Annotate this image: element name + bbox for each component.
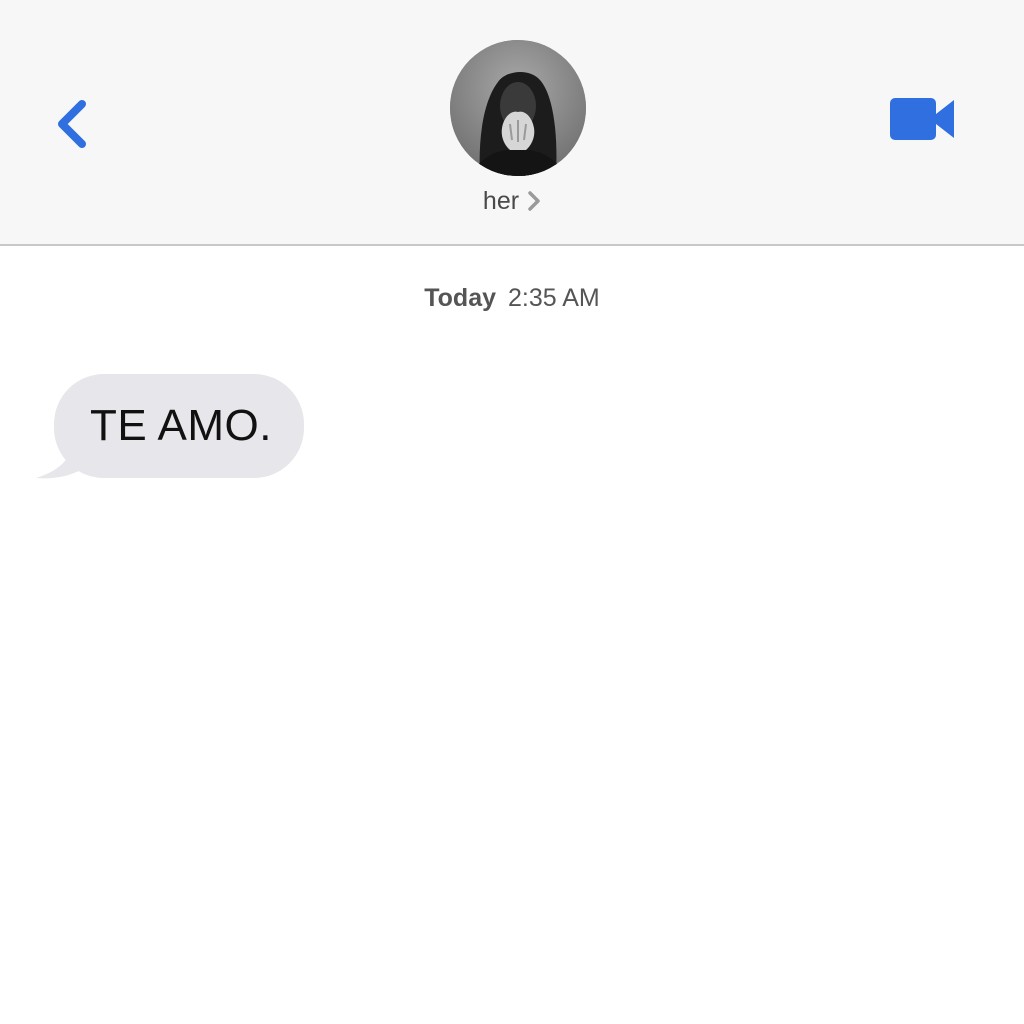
facetime-video-button[interactable] (888, 96, 958, 144)
incoming-message[interactable]: TE AMO. (34, 374, 324, 480)
contact-name-button[interactable]: her (0, 186, 1024, 216)
message-timestamp: Today 2:35 AM (0, 284, 1024, 313)
avatar-photo (450, 40, 586, 176)
chevron-right-icon (528, 191, 540, 212)
video-camera-icon (890, 98, 954, 140)
chevron-left-icon (58, 100, 86, 148)
message-text: TE AMO. (90, 401, 272, 450)
message-bubble: TE AMO. (54, 374, 304, 478)
contact-name: her (482, 186, 520, 215)
messages-screen: her Today 2:35 AM TE AMO. (0, 0, 1024, 1024)
contact-avatar[interactable] (450, 40, 586, 176)
timestamp-time: 2:35 AM (508, 284, 600, 312)
conversation-header: her (0, 0, 1024, 246)
back-button[interactable] (48, 96, 96, 152)
timestamp-day: Today (424, 284, 497, 312)
